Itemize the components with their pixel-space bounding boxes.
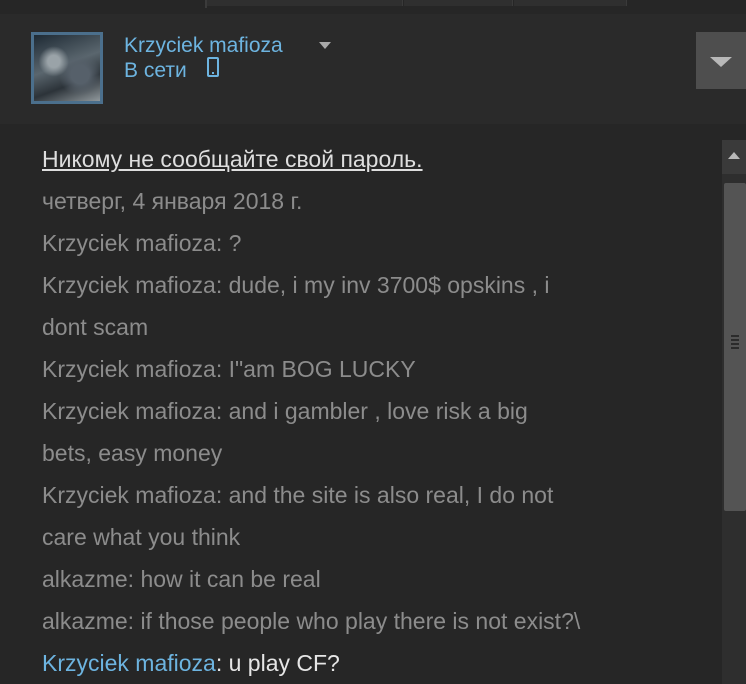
message-sender[interactable]: Krzyciek mafioza <box>42 650 216 676</box>
chat-log: Никому не сообщайте свой пароль. четверг… <box>0 124 722 684</box>
password-warning-link[interactable]: Никому не сообщайте свой пароль. <box>42 146 423 172</box>
friend-avatar[interactable] <box>31 32 103 104</box>
avatar-image <box>34 35 100 101</box>
chat-message: Krzyciek mafioza: and the site is also r… <box>42 482 554 508</box>
message-sender[interactable]: Krzyciek mafioza <box>42 398 216 424</box>
message-text: ? <box>228 230 242 256</box>
message-text-continued: dont scam <box>42 314 149 340</box>
chat-options-button[interactable] <box>696 32 746 89</box>
friend-header <box>0 14 746 124</box>
message-text: and i gambler , love risk a big <box>228 398 528 424</box>
friend-status: В сети <box>124 59 187 82</box>
message-sender[interactable]: Krzyciek mafioza <box>42 230 216 256</box>
friend-name[interactable]: Krzyciek mafioza <box>124 34 283 58</box>
window-top-bar <box>0 0 746 14</box>
message-text: dude, i my inv 3700$ opskins , i <box>228 272 550 298</box>
chevron-up-icon <box>728 152 740 159</box>
message-sender[interactable]: Krzyciek mafioza <box>42 356 216 382</box>
chat-tab[interactable] <box>514 0 627 6</box>
chat-message: Krzyciek mafioza: I"am BOG LUCKY <box>42 356 416 382</box>
chat-tab[interactable] <box>207 0 403 6</box>
mobile-phone-icon <box>207 57 219 77</box>
message-sender[interactable]: alkazme <box>42 566 128 592</box>
message-sender[interactable]: Krzyciek mafioza <box>42 482 216 508</box>
message-text: how it can be real <box>140 566 321 592</box>
chat-message: Krzyciek mafioza: ? <box>42 230 242 256</box>
message-text-continued: bets, easy money <box>42 440 223 466</box>
chat-message: Krzyciek mafioza: dude, i my inv 3700$ o… <box>42 272 550 298</box>
grip-icon <box>731 335 739 351</box>
chat-tab[interactable] <box>404 0 513 6</box>
date-separator: четверг, 4 января 2018 г. <box>42 188 303 214</box>
message-text: and the site is also real, I do not <box>228 482 554 508</box>
scroll-up-button[interactable] <box>722 140 746 174</box>
message-sender[interactable]: alkazme <box>42 608 128 634</box>
message-text: u play CF? <box>228 650 340 676</box>
message-text: I"am BOG LUCKY <box>228 356 416 382</box>
message-text-continued: care what you think <box>42 524 241 550</box>
chat-message: Krzyciek mafioza: and i gambler , love r… <box>42 398 528 424</box>
message-text: if those people who play there is not ex… <box>140 608 581 634</box>
message-sender[interactable]: Krzyciek mafioza <box>42 272 216 298</box>
password-warning[interactable]: Никому не сообщайте свой пароль. <box>42 138 423 180</box>
scrollbar-thumb[interactable] <box>724 183 746 511</box>
chevron-down-icon[interactable] <box>319 42 331 49</box>
chat-message: alkazme: if those people who play there … <box>42 608 581 634</box>
chevron-down-icon <box>710 57 732 67</box>
chat-message: Krzyciek mafioza: u play CF? <box>42 650 340 676</box>
chat-message: alkazme: how it can be real <box>42 566 321 592</box>
